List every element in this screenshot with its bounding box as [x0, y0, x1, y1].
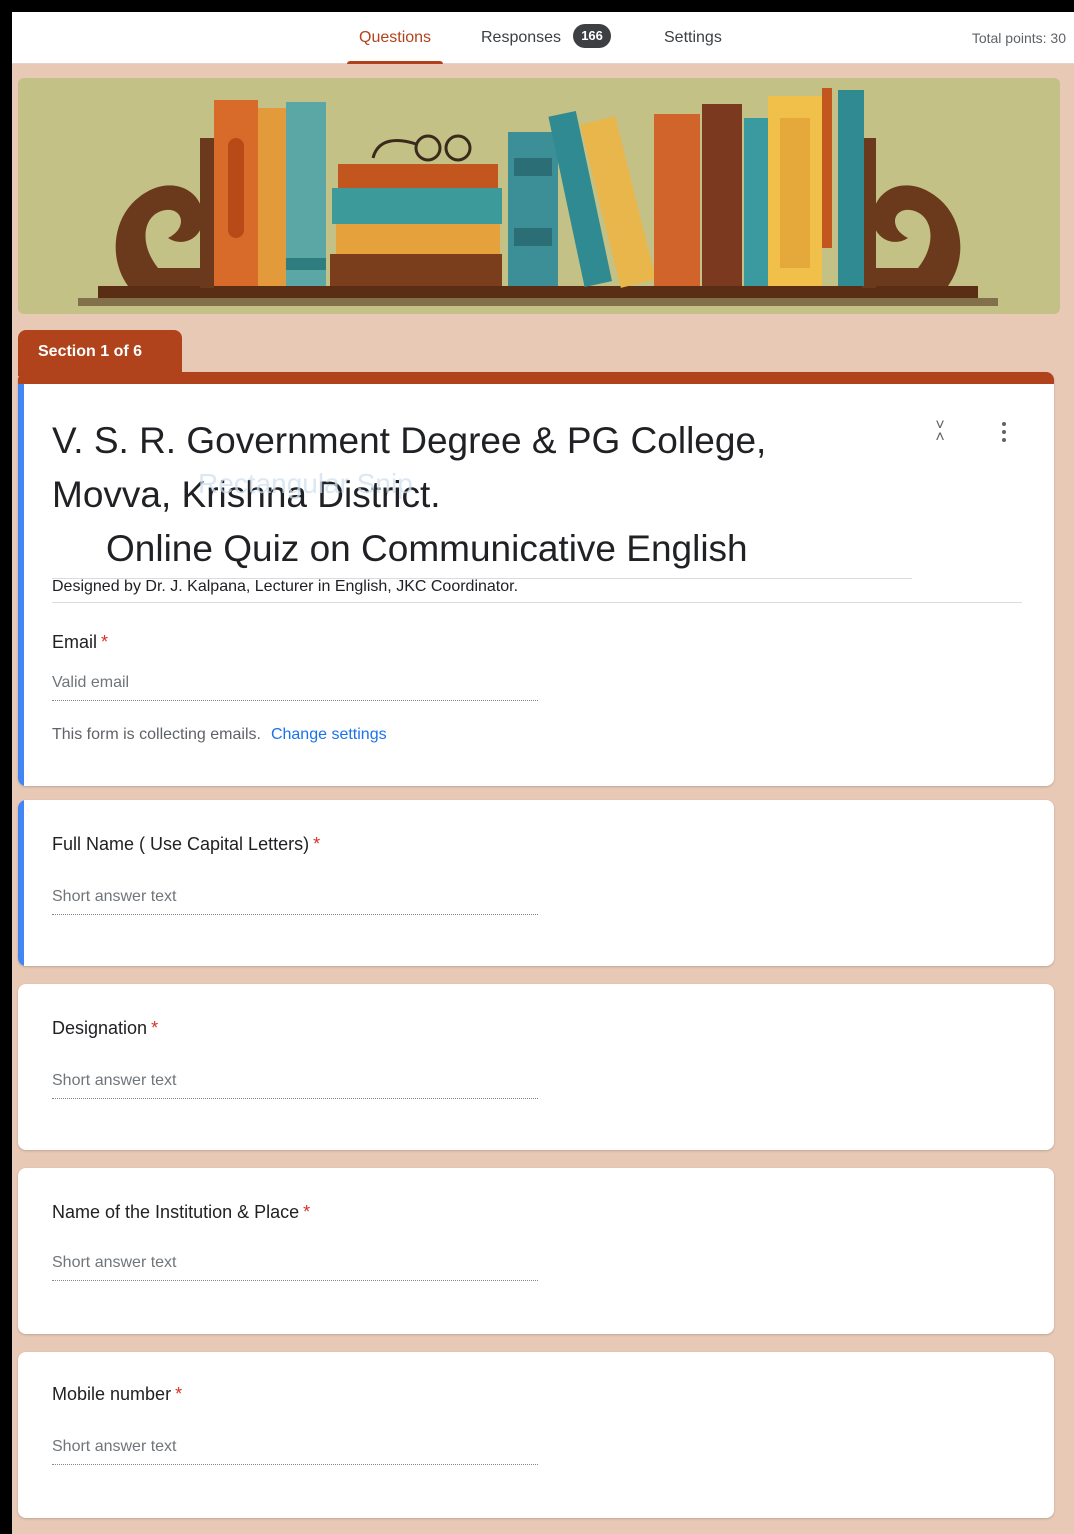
- question-label: Name of the Institution & Place *: [52, 1202, 310, 1223]
- form-editor-page: Questions Responses 166 Settings Total po…: [12, 12, 1074, 1534]
- question-card-full-name[interactable]: Full Name ( Use Capital Letters) * Short …: [18, 800, 1054, 966]
- form-title[interactable]: V. S. R. Government Degree & PG College,…: [52, 414, 912, 579]
- question-card-mobile[interactable]: Mobile number * Short answer text: [18, 1352, 1054, 1518]
- short-answer-input: Short answer text: [52, 1072, 538, 1099]
- collapse-icon[interactable]: ˅ ˄: [930, 418, 950, 450]
- question-card-designation[interactable]: Designation * Short answer text: [18, 984, 1054, 1150]
- question-label-text: Name of the Institution & Place: [52, 1202, 300, 1222]
- screenshot-frame: Questions Responses 166 Settings Total po…: [0, 0, 1074, 1534]
- question-label: Full Name ( Use Capital Letters) *: [52, 834, 320, 855]
- tab-responses-label: Responses: [481, 29, 562, 46]
- form-title-line-2: Movva, Krishna District.: [52, 474, 441, 515]
- email-collection-note: This form is collecting emails. Change se…: [52, 726, 387, 744]
- tab-questions[interactable]: Questions: [346, 12, 444, 64]
- books-illustration: [18, 78, 1060, 314]
- email-note-text: This form is collecting emails.: [52, 726, 261, 743]
- required-asterisk: *: [313, 834, 321, 854]
- form-title-line-3: Online Quiz on Communicative English: [106, 528, 748, 569]
- required-asterisk: *: [101, 632, 109, 652]
- form-title-card[interactable]: V. S. R. Government Degree & PG College,…: [18, 372, 1054, 786]
- required-asterisk: *: [151, 1018, 159, 1038]
- question-card-institution[interactable]: Name of the Institution & Place * Short a…: [18, 1168, 1054, 1334]
- section-tab: Section 1 of 6: [18, 330, 182, 376]
- email-input: Valid email: [52, 674, 538, 701]
- change-settings-link[interactable]: Change settings: [271, 726, 387, 743]
- short-answer-input: Short answer text: [52, 888, 538, 915]
- question-label-text: Full Name ( Use Capital Letters): [52, 834, 310, 854]
- question-label-text: Mobile number: [52, 1384, 172, 1404]
- short-answer-input: Short answer text: [52, 1438, 538, 1465]
- question-label: Designation *: [52, 1018, 158, 1039]
- form-description[interactable]: Designed by Dr. J. Kalpana, Lecturer in …: [52, 578, 1022, 603]
- email-label-text: Email: [52, 632, 98, 652]
- short-answer-input: Short answer text: [52, 1254, 538, 1281]
- question-label: Mobile number *: [52, 1384, 182, 1405]
- top-tab-bar: Questions Responses 166 Settings Total po…: [12, 12, 1074, 64]
- required-asterisk: *: [303, 1202, 311, 1222]
- header-banner-image: [18, 78, 1060, 314]
- form-title-line-1: V. S. R. Government Degree & PG College,: [52, 420, 767, 461]
- tab-responses[interactable]: Responses 166: [481, 12, 612, 64]
- question-label-text: Designation: [52, 1018, 148, 1038]
- tab-settings[interactable]: Settings: [664, 12, 722, 64]
- email-question-label: Email *: [52, 632, 108, 653]
- snip-overlay-text: Rectangular Snip: [198, 468, 413, 499]
- required-asterisk: *: [175, 1384, 183, 1404]
- responses-count-badge: 166: [573, 23, 612, 48]
- total-points: Total points: 30: [971, 30, 1066, 46]
- more-vert-icon[interactable]: [996, 418, 1012, 448]
